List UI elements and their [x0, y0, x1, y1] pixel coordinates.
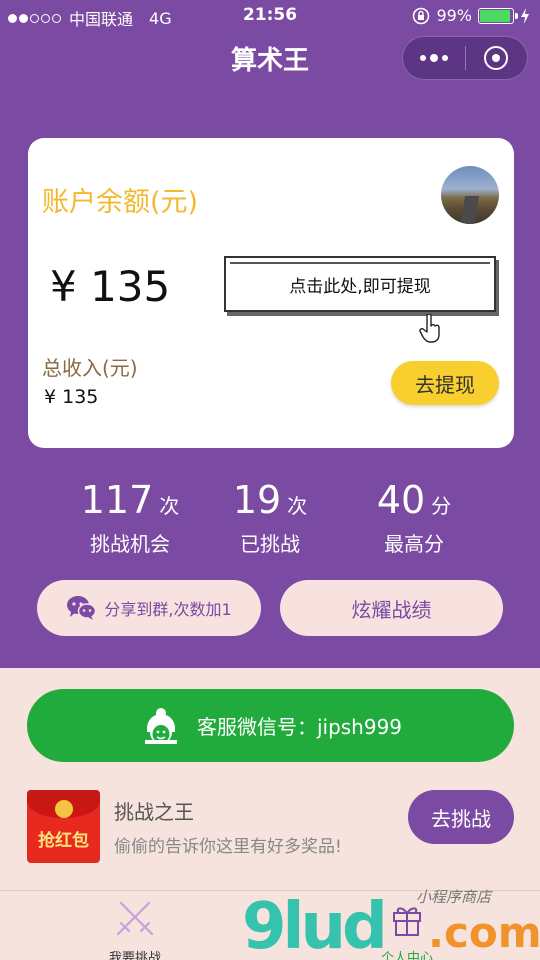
withdraw-tip[interactable]: 点击此处,即可提现: [224, 256, 496, 312]
stat-value: 117: [80, 478, 154, 522]
balance-card: 账户余额(元) ¥ 135 点击此处,即可提现 总收入(元) ¥ 135 去提现: [28, 138, 514, 448]
rotation-lock-icon: [413, 7, 430, 24]
tab-profile[interactable]: 个人中心: [342, 891, 472, 960]
stat-label: 已挑战: [240, 532, 300, 556]
red-packet-icon[interactable]: 抢红包: [27, 790, 100, 863]
customer-service-text: 客服微信号：jipsh999: [196, 715, 403, 739]
stat-label: 挑战机会: [90, 532, 170, 556]
target-close-icon: [484, 46, 509, 70]
red-packet-label: 抢红包: [38, 831, 89, 851]
stat-value: 40: [376, 478, 426, 522]
income-amount: ¥ 135: [44, 386, 99, 408]
stat-value: 19: [232, 478, 282, 522]
income-label: 总收入(元): [42, 356, 138, 380]
battery-icon: [478, 7, 518, 24]
miniprogram-capsule: [402, 36, 528, 80]
show-results-button[interactable]: 炫耀战绩: [280, 580, 503, 636]
withdraw-button[interactable]: 去提现: [391, 361, 499, 405]
wechat-icon: [67, 596, 97, 620]
battery-percent: 99%: [436, 6, 472, 25]
close-button[interactable]: [465, 36, 527, 80]
tab-label: 我要挑战: [108, 951, 161, 960]
crossed-swords-icon: [116, 901, 154, 936]
balance-amount: ¥ 135: [50, 262, 171, 311]
withdraw-tip-text: 点击此处,即可提现: [289, 276, 431, 297]
more-menu-button[interactable]: [403, 36, 465, 80]
customer-service-icon: [144, 707, 177, 744]
balance-label: 账户余额(元): [42, 187, 199, 218]
charging-icon: [521, 7, 529, 24]
promo-title: 挑战之王: [114, 800, 194, 824]
stat-chances: 117 次 挑战机会: [50, 478, 210, 557]
gift-icon: [393, 907, 421, 936]
stat-unit: 次: [287, 494, 308, 518]
stat-challenged: 19 次 已挑战: [190, 478, 350, 557]
tab-challenge[interactable]: 我要挑战: [70, 891, 200, 960]
stat-unit: 分: [431, 494, 452, 518]
customer-service-bar[interactable]: 客服微信号：jipsh999: [27, 689, 514, 762]
share-button-label: 分享到群,次数加1: [104, 600, 232, 619]
stat-unit: 次: [159, 494, 180, 518]
tab-label: 个人中心: [380, 951, 433, 960]
avatar[interactable]: [441, 166, 499, 224]
go-challenge-button[interactable]: 去挑战: [408, 790, 514, 844]
share-to-group-button[interactable]: 分享到群,次数加1: [37, 580, 261, 636]
status-bar: 中国联通 4G 21:56 99%: [0, 0, 540, 32]
stat-label: 最高分: [384, 532, 444, 556]
tab-bar: 我要挑战 个人中心: [0, 890, 540, 960]
stat-high-score: 40 分 最高分: [334, 478, 494, 557]
promo-description: 偷偷的告诉你这里有好多奖品!: [114, 837, 342, 857]
pointing-hand-icon: [419, 314, 440, 343]
